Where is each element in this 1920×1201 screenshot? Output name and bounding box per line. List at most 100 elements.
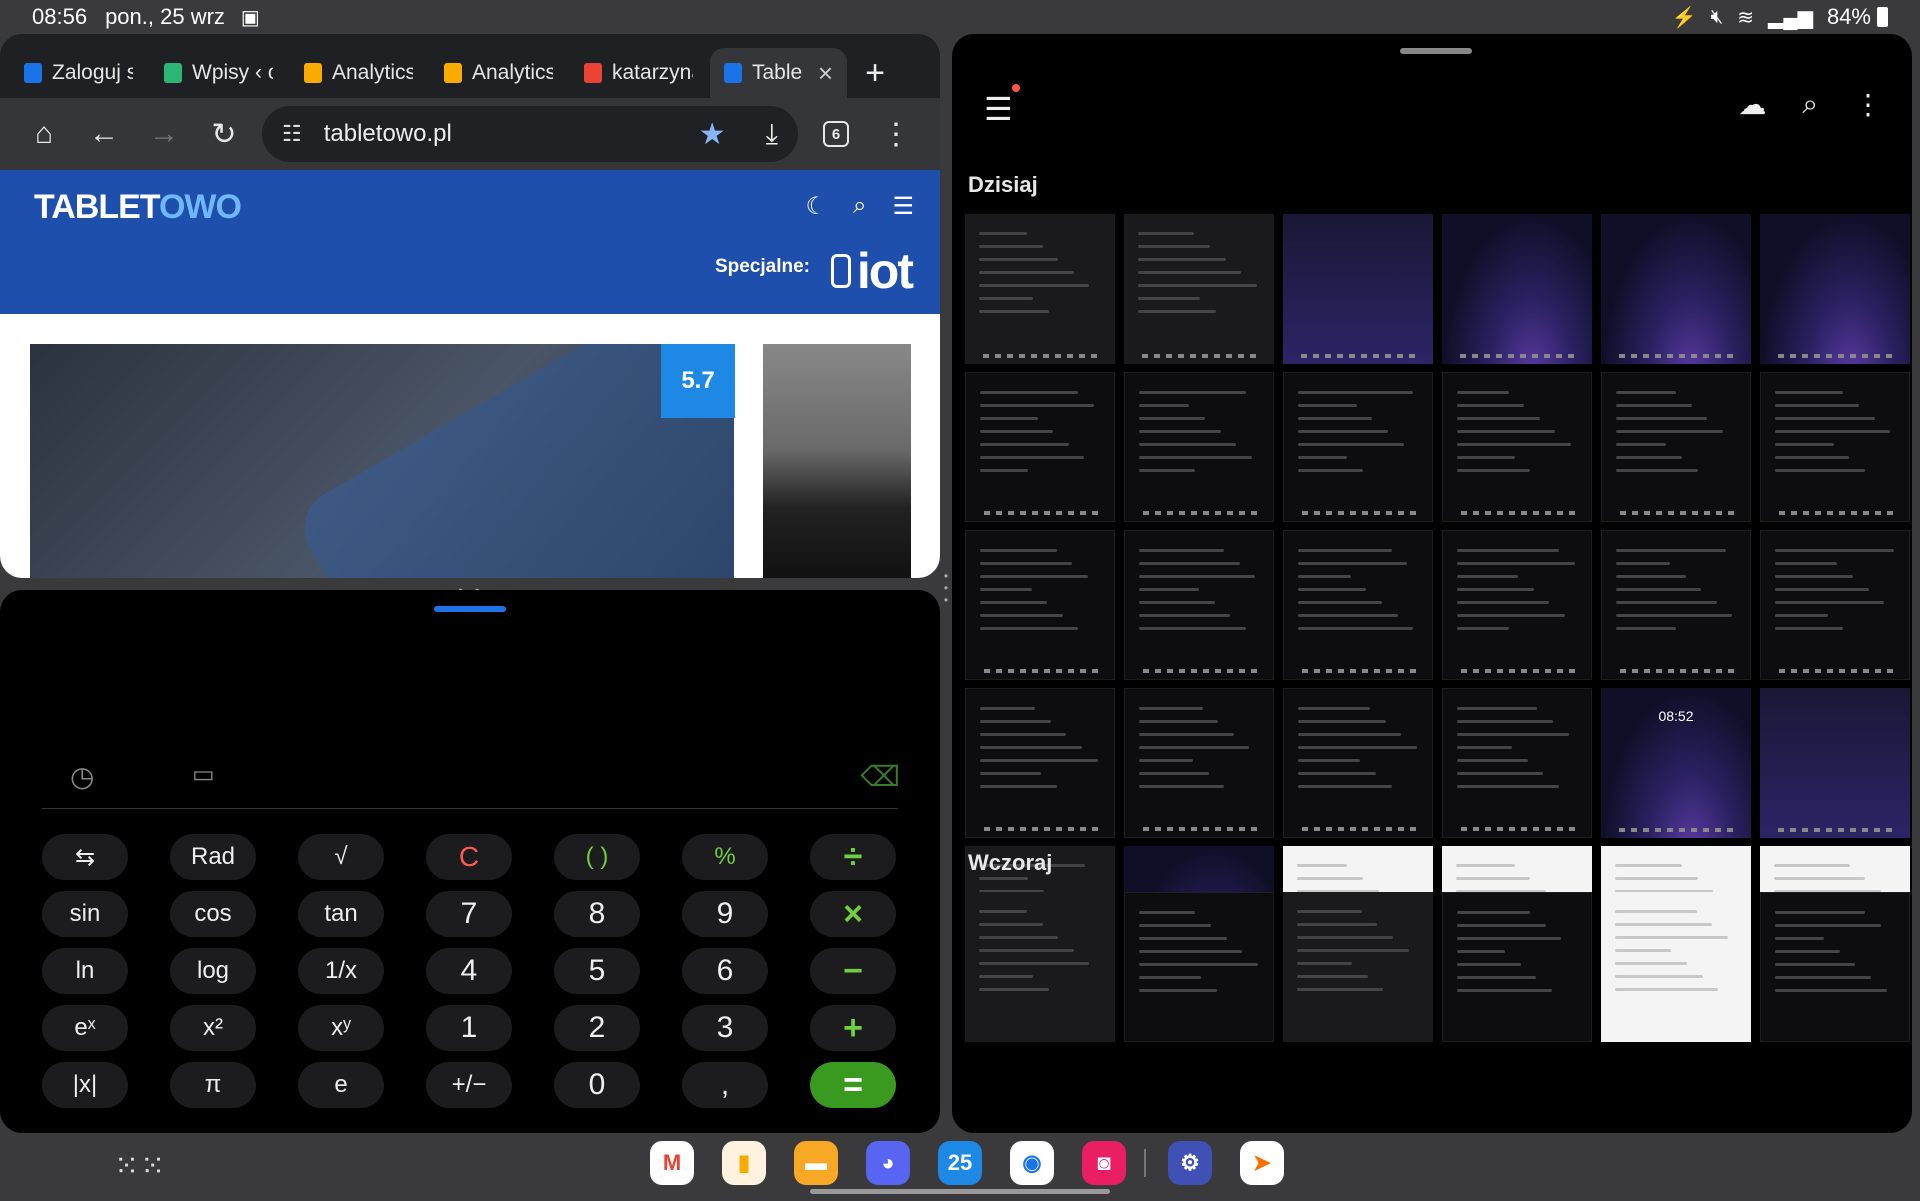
calc-key[interactable]: |x| bbox=[42, 1062, 128, 1108]
calc-key[interactable]: , bbox=[682, 1062, 768, 1108]
browser-tab[interactable]: Analytics bbox=[430, 48, 567, 98]
gallery-thumbnail[interactable] bbox=[1601, 214, 1751, 364]
gallery-thumbnail[interactable] bbox=[1442, 688, 1592, 838]
gallery-thumbnail[interactable] bbox=[1124, 372, 1274, 522]
gallery-thumbnail[interactable] bbox=[1601, 892, 1751, 1042]
dark-mode-icon[interactable]: ☾ bbox=[806, 192, 828, 221]
gallery-thumbnail[interactable] bbox=[1760, 688, 1910, 838]
search-icon[interactable]: ⌕ bbox=[1802, 88, 1818, 121]
gallery-thumbnail[interactable] bbox=[1760, 214, 1910, 364]
gallery-thumbnail[interactable] bbox=[1124, 688, 1274, 838]
search-icon[interactable]: ⌕ bbox=[853, 192, 866, 221]
home-button[interactable]: ⌂ bbox=[14, 106, 74, 162]
gallery-thumbnail[interactable] bbox=[1442, 530, 1592, 680]
gallery-thumbnail[interactable] bbox=[1124, 530, 1274, 680]
gallery-thumbnail[interactable] bbox=[1283, 372, 1433, 522]
gallery-thumbnail[interactable] bbox=[965, 214, 1115, 364]
backspace-icon[interactable]: ⌫ bbox=[860, 760, 900, 793]
gallery-thumbnail[interactable] bbox=[965, 372, 1115, 522]
calc-key[interactable]: tan bbox=[298, 891, 384, 937]
gallery-menu-icon[interactable]: ☰ bbox=[984, 90, 1013, 128]
swift-app-icon[interactable]: ➤ bbox=[1240, 1141, 1284, 1185]
back-button[interactable]: ← bbox=[74, 106, 134, 162]
gallery-thumbnail[interactable] bbox=[1442, 214, 1592, 364]
calc-key[interactable]: ( ) bbox=[554, 834, 640, 880]
calc-key[interactable]: π bbox=[170, 1062, 256, 1108]
site-logo[interactable]: TABLETOWO bbox=[34, 188, 242, 227]
calc-key[interactable]: sin bbox=[42, 891, 128, 937]
gmail-app-icon[interactable]: M bbox=[650, 1141, 694, 1185]
gallery-thumbnail[interactable]: 08:52 bbox=[1601, 688, 1751, 838]
gallery-thumbnail[interactable] bbox=[1283, 214, 1433, 364]
split-handle-vertical[interactable]: • • • bbox=[940, 570, 952, 606]
calc-key[interactable]: xʸ bbox=[298, 1005, 384, 1051]
calc-key[interactable]: % bbox=[682, 834, 768, 880]
browser-menu-button[interactable]: ⋮ bbox=[866, 106, 926, 162]
calc-key[interactable]: C bbox=[426, 834, 512, 880]
browser-tab[interactable]: katarzyna bbox=[570, 48, 707, 98]
calc-key[interactable]: 2 bbox=[554, 1005, 640, 1051]
window-handle[interactable] bbox=[1400, 48, 1472, 54]
unit-converter-icon[interactable]: ▭ bbox=[192, 760, 215, 789]
gallery-thumbnail[interactable] bbox=[1601, 372, 1751, 522]
gallery-thumbnail[interactable] bbox=[965, 892, 1115, 1042]
gallery-thumbnail[interactable] bbox=[1760, 530, 1910, 680]
files-app-icon[interactable]: ▬ bbox=[794, 1141, 838, 1185]
calc-key[interactable]: 9 bbox=[682, 891, 768, 937]
gallery-thumbnail[interactable] bbox=[1601, 530, 1751, 680]
reload-button[interactable]: ↻ bbox=[194, 106, 254, 162]
settings-app-icon[interactable]: ⚙ bbox=[1168, 1141, 1212, 1185]
more-vert-icon[interactable]: ⋮ bbox=[1854, 88, 1882, 121]
calc-key[interactable]: 1 bbox=[426, 1005, 512, 1051]
calc-key[interactable]: = bbox=[810, 1062, 896, 1108]
hamburger-menu-icon[interactable]: ☰ bbox=[892, 192, 914, 221]
calc-key[interactable]: 1/x bbox=[298, 948, 384, 994]
calc-key[interactable]: 0 bbox=[554, 1062, 640, 1108]
history-icon[interactable]: ◷ bbox=[70, 760, 94, 793]
calc-key[interactable]: eˣ bbox=[42, 1005, 128, 1051]
calc-key[interactable]: 4 bbox=[426, 948, 512, 994]
calc-key[interactable]: 8 bbox=[554, 891, 640, 937]
gallery-thumbnail[interactable] bbox=[1283, 530, 1433, 680]
gallery-thumbnail[interactable] bbox=[1283, 892, 1433, 1042]
browser-tab[interactable]: Analytics bbox=[290, 48, 427, 98]
gallery-thumbnail[interactable] bbox=[1283, 688, 1433, 838]
calc-key[interactable]: 6 bbox=[682, 948, 768, 994]
gallery-thumbnail[interactable] bbox=[1760, 892, 1910, 1042]
close-tab-icon[interactable]: × bbox=[818, 58, 833, 89]
calc-key[interactable]: ln bbox=[42, 948, 128, 994]
calc-key[interactable]: √ bbox=[298, 834, 384, 880]
gallery-thumbnail[interactable] bbox=[1442, 892, 1592, 1042]
analytics-app-icon[interactable]: ▮ bbox=[722, 1141, 766, 1185]
calc-key[interactable]: e bbox=[298, 1062, 384, 1108]
bookmark-star-icon[interactable]: ★ bbox=[699, 117, 726, 152]
calc-key[interactable]: x² bbox=[170, 1005, 256, 1051]
browser-tab[interactable]: Wpisy ‹ o bbox=[150, 48, 287, 98]
calendar-app-icon[interactable]: 25 bbox=[938, 1141, 982, 1185]
gallery-thumbnail[interactable] bbox=[1124, 214, 1274, 364]
browser-tab[interactable]: Table × bbox=[710, 48, 847, 98]
address-bar[interactable]: ☷ tabletowo.pl ★ ⤓ bbox=[262, 106, 798, 162]
iot-logo[interactable]: iot bbox=[830, 242, 914, 300]
forward-button[interactable]: → bbox=[134, 106, 194, 162]
calc-key[interactable]: +/− bbox=[426, 1062, 512, 1108]
browser-tab[interactable]: Zaloguj s bbox=[10, 48, 147, 98]
calc-key[interactable]: Rad bbox=[170, 834, 256, 880]
article-hero-image[interactable] bbox=[30, 344, 734, 578]
calc-key[interactable]: log bbox=[170, 948, 256, 994]
window-handle[interactable] bbox=[434, 606, 506, 612]
calc-key[interactable]: 7 bbox=[426, 891, 512, 937]
screen-recorder-app-icon[interactable]: ◙ bbox=[1082, 1141, 1126, 1185]
article-side-image[interactable] bbox=[763, 344, 911, 578]
chrome-app-icon[interactable]: ◉ bbox=[1010, 1141, 1054, 1185]
calc-key[interactable]: + bbox=[810, 1005, 896, 1051]
calc-key[interactable]: × bbox=[810, 891, 896, 937]
gallery-thumbnail[interactable] bbox=[965, 688, 1115, 838]
gallery-thumbnail[interactable] bbox=[1442, 372, 1592, 522]
calc-key[interactable]: ⇆ bbox=[42, 834, 128, 880]
gallery-thumbnail[interactable] bbox=[965, 530, 1115, 680]
apps-grid-icon[interactable]: ⁙⁙ bbox=[114, 1149, 166, 1184]
navigation-handle[interactable] bbox=[810, 1189, 1110, 1194]
calc-key[interactable]: cos bbox=[170, 891, 256, 937]
calc-key[interactable]: 5 bbox=[554, 948, 640, 994]
